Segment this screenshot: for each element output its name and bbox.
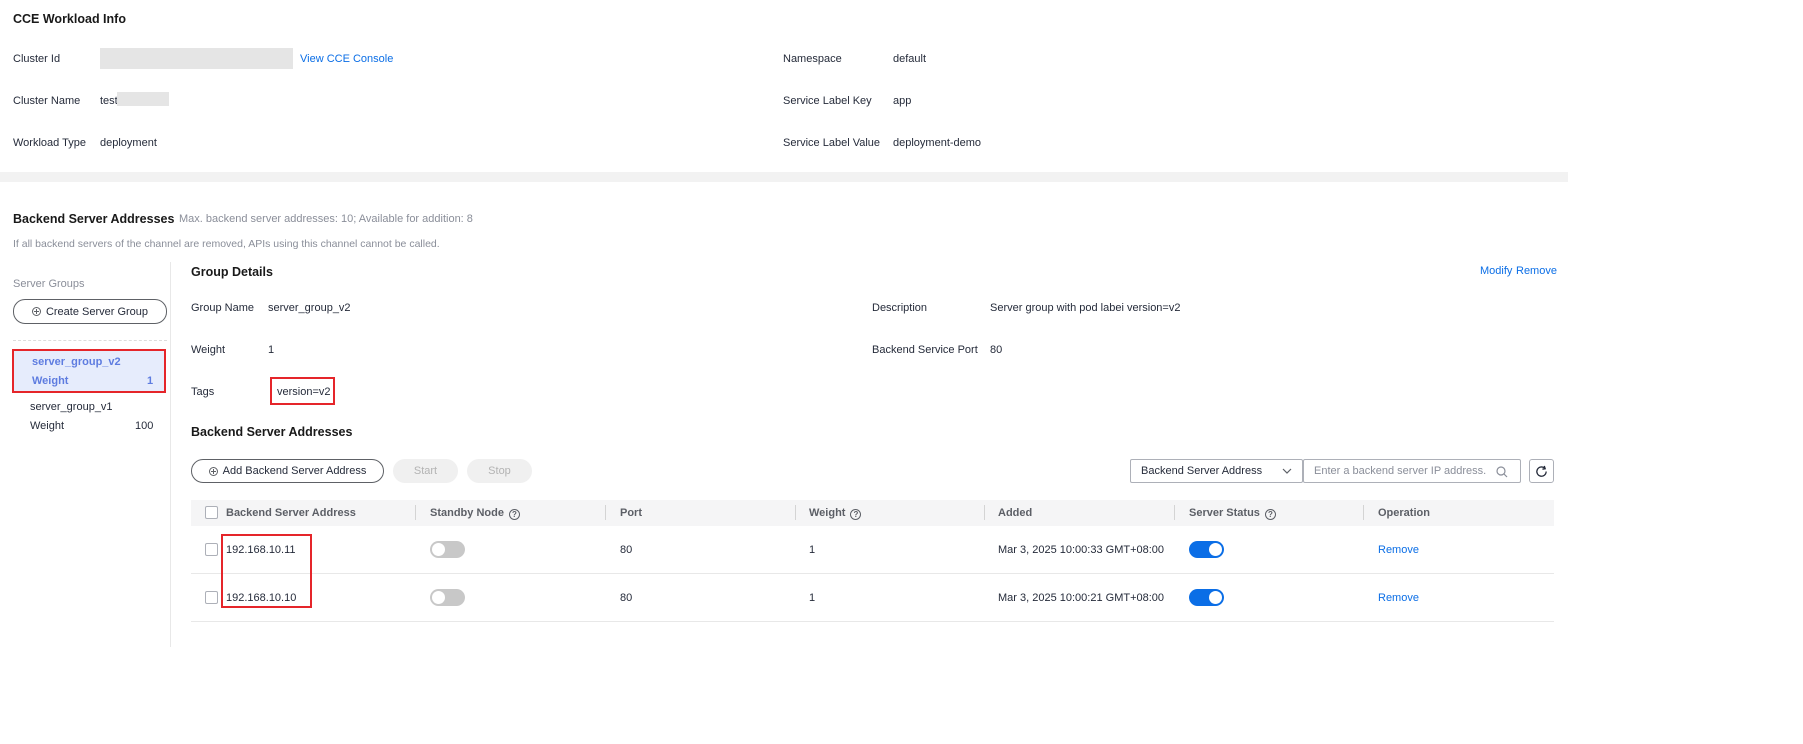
column-header-weight: Weight?: [809, 507, 862, 520]
plus-circle-icon: [31, 307, 41, 316]
search-icon[interactable]: [1496, 466, 1508, 478]
select-all-checkbox[interactable]: [205, 506, 218, 519]
server-status-toggle[interactable]: [1189, 589, 1224, 606]
row-remove-link[interactable]: Remove: [1378, 544, 1419, 556]
row-divider: [191, 573, 1554, 574]
add-backend-address-label: Add Backend Server Address: [222, 465, 367, 477]
group-name-label: Group Name: [191, 302, 254, 314]
tags-label: Tags: [191, 386, 215, 398]
column-header-operation: Operation: [1378, 507, 1430, 519]
search-input[interactable]: [1314, 465, 1494, 477]
description-value: Server group with pod labei version=v2: [990, 302, 1181, 314]
refresh-button[interactable]: [1529, 459, 1554, 483]
column-header-address: Backend Server Address: [226, 507, 356, 519]
column-separator: [984, 505, 985, 520]
filter-select-value: Backend Server Address: [1141, 465, 1263, 477]
help-icon[interactable]: ?: [850, 509, 862, 520]
cluster-name-label: Cluster Name: [13, 95, 81, 107]
workload-type-label: Workload Type: [13, 137, 86, 149]
column-separator: [1363, 505, 1364, 520]
row-added: Mar 3, 2025 10:00:21 GMT+08:00: [998, 592, 1165, 604]
workload-section-title: CCE Workload Info: [13, 12, 126, 26]
row-port: 80: [620, 592, 633, 604]
column-separator: [605, 505, 606, 520]
view-cce-console-link[interactable]: View CCE Console: [300, 53, 393, 65]
help-icon[interactable]: ?: [508, 509, 520, 520]
row-weight: 1: [809, 592, 816, 604]
server-group-weight-label: Weight: [30, 420, 65, 432]
column-header-port: Port: [620, 507, 642, 519]
standby-toggle[interactable]: [430, 541, 465, 558]
column-header-standby-label: Standby Node: [430, 507, 504, 519]
service-label-value-value: deployment-demo: [893, 137, 982, 149]
create-server-group-button[interactable]: Create Server Group: [13, 299, 167, 324]
backend-port-label: Backend Service Port: [872, 344, 978, 356]
server-status-toggle[interactable]: [1189, 541, 1224, 558]
column-separator: [795, 505, 796, 520]
group-weight-label: Weight: [191, 344, 226, 356]
column-header-status-label: Server Status: [1189, 507, 1260, 519]
highlight-box-selected-group: [12, 349, 166, 393]
backend-port-value: 80: [990, 344, 1003, 356]
row-divider: [191, 621, 1554, 622]
column-separator: [415, 505, 416, 520]
column-header-added: Added: [998, 507, 1033, 519]
group-name-value: server_group_v2: [268, 302, 351, 314]
addresses-title: Backend Server Addresses: [191, 425, 353, 439]
help-icon[interactable]: ?: [1264, 509, 1276, 520]
filter-select[interactable]: Backend Server Address: [1130, 459, 1303, 483]
remove-group-link[interactable]: Remove: [1516, 265, 1557, 277]
row-added: Mar 3, 2025 10:00:33 GMT+08:00: [998, 544, 1165, 556]
backend-warning: If all backend servers of the channel ar…: [13, 238, 440, 250]
service-label-key-value: app: [893, 95, 912, 107]
backend-limit-note: Max. backend server addresses: 10; Avail…: [179, 213, 473, 225]
service-label-value-label: Service Label Value: [783, 137, 881, 149]
section-divider: [0, 172, 1568, 182]
stop-button[interactable]: Stop: [467, 459, 532, 483]
refresh-icon: [1536, 465, 1547, 477]
cluster-id-redacted: [100, 48, 293, 69]
row-weight: 1: [809, 544, 816, 556]
server-groups-heading: Server Groups: [13, 278, 85, 290]
workload-type-value: deployment: [100, 137, 157, 149]
row-port: 80: [620, 544, 633, 556]
group-weight-value: 1: [268, 344, 275, 356]
column-header-status: Server Status?: [1189, 507, 1276, 520]
standby-toggle[interactable]: [430, 589, 465, 606]
cluster-id-label: Cluster Id: [13, 53, 61, 65]
modify-link[interactable]: Modify: [1480, 265, 1512, 277]
add-backend-address-button[interactable]: Add Backend Server Address: [191, 459, 384, 483]
namespace-label: Namespace: [783, 53, 842, 65]
service-label-key-label: Service Label Key: [783, 95, 872, 107]
description-label: Description: [872, 302, 928, 314]
start-button[interactable]: Start: [393, 459, 458, 483]
group-details-title: Group Details: [191, 265, 273, 279]
column-separator: [1174, 505, 1175, 520]
row-remove-link[interactable]: Remove: [1378, 592, 1419, 604]
table-header: [191, 500, 1554, 526]
sidebar-divider: [170, 262, 171, 647]
server-group-weight-value: 100: [135, 420, 154, 432]
backend-section-title: Backend Server Addresses: [13, 212, 175, 226]
column-header-weight-label: Weight: [809, 507, 846, 519]
row-checkbox[interactable]: [205, 543, 218, 556]
cluster-name-value: test: [100, 95, 118, 107]
create-server-group-label: Create Server Group: [45, 305, 149, 318]
column-header-standby: Standby Node?: [430, 507, 520, 520]
cluster-name-redacted: [117, 92, 169, 106]
search-field[interactable]: [1303, 459, 1521, 483]
plus-circle-icon: [208, 466, 218, 476]
server-groups-divider: [13, 340, 167, 341]
highlight-box-tags: [270, 377, 335, 405]
server-group-name[interactable]: server_group_v1: [30, 401, 113, 413]
row-checkbox[interactable]: [205, 591, 218, 604]
chevron-down-icon: [1282, 468, 1292, 474]
highlight-box-addresses: [221, 534, 312, 608]
namespace-value: default: [893, 53, 927, 65]
